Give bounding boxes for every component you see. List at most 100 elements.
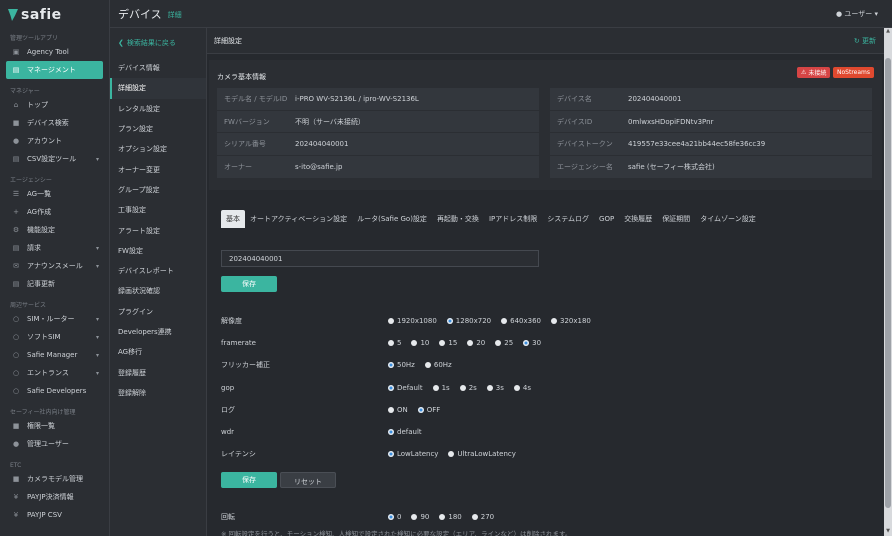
radio-button[interactable] (411, 514, 418, 520)
sidebar-item[interactable]: ¥ PAYJP決済情報 (0, 488, 109, 506)
subnav-item[interactable]: Developers連携 (110, 322, 206, 342)
radio-option[interactable]: LowLatency (388, 450, 438, 458)
radio-option[interactable]: 2s (459, 384, 477, 392)
subnav-item[interactable]: プラグイン (110, 302, 206, 322)
sidebar-item[interactable]: ○ SIM・ルーター ▾ (0, 310, 109, 328)
settings-tab[interactable]: 交換履歴 (619, 210, 657, 228)
subnav-item[interactable]: 詳細設定 (110, 78, 206, 99)
radio-button[interactable] (411, 340, 418, 346)
radio-option[interactable]: 1280x720 (446, 317, 491, 325)
radio-option[interactable]: 20 (467, 339, 485, 347)
sidebar-item[interactable]: ■ デバイス検索 (0, 114, 109, 132)
radio-button[interactable] (459, 385, 466, 391)
radio-button[interactable] (523, 340, 530, 346)
scrollbar[interactable]: ▲ ▼ (884, 28, 892, 536)
save-settings-button[interactable]: 保存 (221, 472, 277, 488)
radio-option[interactable]: 1920x1080 (388, 317, 437, 325)
radio-button[interactable] (439, 340, 446, 346)
user-menu[interactable]: ● ユーザー ▾ (836, 9, 878, 19)
radio-option[interactable]: default (388, 428, 422, 436)
settings-tab[interactable]: IPアドレス制限 (484, 210, 542, 228)
sidebar-item[interactable]: ● アカウント (0, 132, 109, 150)
sidebar-item[interactable]: ▤ マネージメント (6, 61, 103, 79)
sidebar-item[interactable]: ● 管理ユーザー (0, 435, 109, 453)
radio-option[interactable]: 30 (523, 339, 541, 347)
subnav-item[interactable]: オーナー変更 (110, 159, 206, 179)
radio-option[interactable]: 180 (439, 513, 462, 521)
radio-button[interactable] (388, 318, 394, 324)
sidebar-item[interactable]: ○ ソフトSIM ▾ (0, 328, 109, 346)
sidebar-item[interactable]: ⚙ 機能設定 (0, 221, 109, 239)
radio-button[interactable] (448, 451, 455, 457)
radio-button[interactable] (513, 385, 520, 391)
radio-option[interactable]: OFF (417, 406, 440, 414)
radio-button[interactable] (424, 362, 431, 368)
radio-button[interactable] (446, 318, 453, 324)
radio-button[interactable] (388, 451, 394, 457)
sidebar-item[interactable]: + AG作成 (0, 203, 109, 221)
sidebar-item[interactable]: ○ Safie Manager ▾ (0, 346, 109, 364)
radio-button[interactable] (388, 385, 394, 391)
radio-option[interactable]: 15 (439, 339, 457, 347)
settings-tab[interactable]: システムログ (542, 210, 594, 228)
logo[interactable]: safie (0, 0, 109, 30)
subnav-item[interactable]: プラン設定 (110, 119, 206, 139)
sidebar-item[interactable]: ○ Safie Developers (0, 382, 109, 400)
radio-button[interactable] (486, 385, 493, 391)
subnav-item[interactable]: 登録解除 (110, 383, 206, 403)
sidebar-item[interactable]: ▤ 記事更新 (0, 275, 109, 293)
back-to-results-link[interactable]: ❮ 検索結果に戻る (110, 28, 206, 58)
subnav-item[interactable]: レンタル設定 (110, 99, 206, 119)
sidebar-item[interactable]: ▤ CSV設定ツール ▾ (0, 150, 109, 168)
subnav-item[interactable]: デバイス情報 (110, 58, 206, 78)
subnav-item[interactable]: 工事設定 (110, 200, 206, 220)
radio-button[interactable] (501, 318, 508, 324)
scroll-thumb[interactable] (885, 58, 891, 508)
radio-option[interactable]: UltraLowLatency (448, 450, 516, 458)
settings-tab[interactable]: タイムゾーン設定 (695, 210, 761, 228)
subnav-item[interactable]: グループ設定 (110, 180, 206, 200)
radio-button[interactable] (388, 429, 394, 435)
radio-option[interactable]: 60Hz (424, 361, 452, 369)
radio-button[interactable] (388, 340, 394, 346)
sidebar-item[interactable]: ▤ 請求 ▾ (0, 239, 109, 257)
radio-option[interactable]: 25 (495, 339, 513, 347)
subnav-item[interactable]: デバイスレポート (110, 261, 206, 281)
sidebar-item[interactable]: ■ カメラモデル管理 (0, 470, 109, 488)
radio-button[interactable] (388, 514, 394, 520)
sidebar-item[interactable]: ■ 権限一覧 (0, 417, 109, 435)
radio-option[interactable]: ON (388, 406, 408, 414)
subnav-item[interactable]: 録画状況確認 (110, 281, 206, 301)
sidebar-item[interactable]: ☰ AG一覧 (0, 185, 109, 203)
radio-button[interactable] (432, 385, 439, 391)
settings-tab[interactable]: 再起動・交換 (432, 210, 484, 228)
radio-button[interactable] (467, 340, 474, 346)
radio-option[interactable]: 320x180 (550, 317, 591, 325)
radio-option[interactable]: 270 (471, 513, 494, 521)
settings-tab[interactable]: 基本 (221, 210, 245, 228)
sidebar-item[interactable]: ⌂ トップ (0, 96, 109, 114)
radio-button[interactable] (388, 407, 394, 413)
settings-tab[interactable]: GOP (594, 210, 619, 228)
radio-option[interactable]: Default (388, 384, 423, 392)
reset-button[interactable]: リセット (280, 472, 336, 488)
scroll-down-icon[interactable]: ▼ (884, 528, 892, 536)
radio-button[interactable] (417, 407, 424, 413)
sidebar-item[interactable]: ○ エントランス ▾ (0, 364, 109, 382)
scroll-up-icon[interactable]: ▲ (884, 28, 892, 36)
settings-tab[interactable]: 保証期間 (657, 210, 695, 228)
radio-button[interactable] (495, 340, 502, 346)
subnav-item[interactable]: AG移行 (110, 342, 206, 362)
subnav-item[interactable]: オプション設定 (110, 139, 206, 159)
radio-option[interactable]: 10 (411, 339, 429, 347)
radio-button[interactable] (471, 514, 478, 520)
radio-option[interactable]: 50Hz (388, 361, 415, 369)
refresh-button[interactable]: ↻ 更新 (854, 36, 876, 46)
radio-button[interactable] (550, 318, 557, 324)
sidebar-item[interactable]: ¥ PAYJP CSV (0, 506, 109, 524)
settings-tab[interactable]: オートアクティベーション設定 (245, 210, 352, 228)
radio-option[interactable]: 4s (513, 384, 531, 392)
radio-option[interactable]: 640x360 (501, 317, 541, 325)
radio-option[interactable]: 0 (388, 513, 401, 521)
radio-button[interactable] (388, 362, 394, 368)
